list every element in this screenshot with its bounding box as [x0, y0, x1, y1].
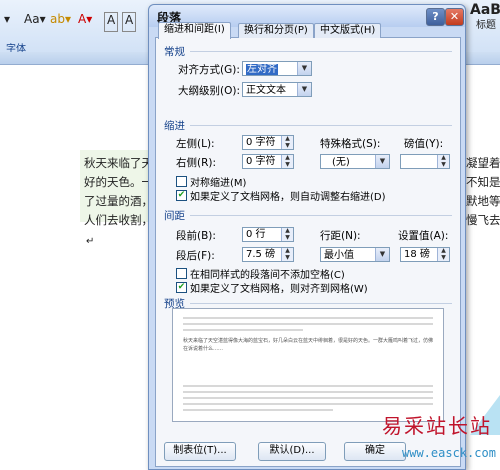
alignment-label: 对齐方式(G): — [178, 64, 240, 76]
chevron-down-icon: ▼ — [297, 83, 311, 96]
doc-right-1: 凝望着 — [466, 156, 500, 170]
doc-right-2: 不知是 — [466, 175, 500, 189]
doc-right-4: 慢飞去 — [466, 213, 500, 227]
tabs-button[interactable]: 制表位(T)... — [164, 442, 236, 461]
space-before-label: 段前(B): — [176, 230, 216, 242]
grid-indent-label: 如果定义了文档网格，则自动调整右缩进(D) — [190, 192, 386, 203]
section-indent: 缩进 — [164, 120, 185, 132]
measure-label: 磅值(Y): — [404, 138, 444, 150]
space-after-spinner[interactable]: 7.5 磅 ▲ ▼ — [242, 247, 294, 262]
grid-indent-checkbox[interactable]: ✔ — [176, 190, 187, 201]
left-indent-label: 左侧(L): — [176, 138, 215, 150]
outline-level-label: 大纲级别(O): — [178, 85, 240, 97]
spinner-arrows-icon: ▲ ▼ — [281, 135, 293, 149]
space-before-spinner[interactable]: 0 行 ▲ ▼ — [242, 227, 294, 242]
snap-grid-label: 如果定义了文档网格，则对齐到网格(W) — [190, 284, 368, 295]
spinner-arrows-icon: ▲ ▼ — [281, 154, 293, 168]
tab-indent-spacing[interactable]: 缩进和间距(I) — [158, 22, 231, 39]
grow-font-button[interactable]: Aa▾ — [24, 12, 46, 30]
divider — [190, 125, 452, 126]
font-size-dropdown[interactable]: ▾ — [4, 12, 10, 30]
set-value-label: 设置值(A): — [398, 230, 449, 242]
chevron-down-icon: ▼ — [375, 248, 389, 261]
special-format-label: 特殊格式(S): — [320, 138, 381, 150]
section-spacing: 间距 — [164, 210, 185, 222]
default-button[interactable]: 默认(D)... — [258, 442, 326, 461]
font-color-icon[interactable]: A▾ — [78, 12, 92, 30]
mirror-indent-checkbox[interactable] — [176, 176, 187, 187]
mirror-indent-label: 对称缩进(M) — [190, 178, 247, 189]
paragraph-mark: ↵ — [86, 236, 95, 247]
tab-asian-typography[interactable]: 中文版式(H) — [314, 23, 382, 38]
right-indent-value: 0 字符 — [246, 156, 276, 167]
no-space-label: 在相同样式的段落间不添加空格(C) — [190, 270, 345, 281]
space-before-value: 0 行 — [246, 229, 266, 240]
highlight-icon[interactable]: ab▾ — [50, 12, 71, 30]
style-title-label: 标题 — [476, 20, 496, 31]
special-format-select[interactable]: (无) ▼ — [320, 154, 390, 169]
preview-next-line — [183, 391, 433, 393]
char-border-button[interactable]: A — [122, 12, 137, 32]
no-space-checkbox[interactable] — [176, 268, 187, 279]
paragraph-dialog: 段落 ? ✕ 缩进和间距(I) 换行和分页(P) 中文版式(H) 常规 对齐方式… — [148, 4, 466, 470]
char-shading-button[interactable]: A — [104, 12, 119, 32]
close-button[interactable]: ✕ — [445, 8, 464, 26]
watermark-url: www.easck.com — [402, 446, 496, 460]
special-format-value: (无) — [332, 157, 350, 168]
preview-next-line — [183, 409, 333, 411]
left-indent-spinner[interactable]: 0 字符 ▲ ▼ — [242, 135, 294, 150]
ok-button[interactable]: 确定 — [344, 442, 406, 461]
line-spacing-label: 行距(N): — [320, 230, 361, 242]
snap-grid-checkbox[interactable]: ✔ — [176, 282, 187, 293]
preview-sample-text: 秋天来临了天空湛蓝得像大海的蓝宝石，好几朵白云在蓝天中绯徊着，很是好的天色。一群… — [183, 338, 433, 352]
set-value-value: 18 磅 — [404, 249, 430, 260]
watermark-text: 易采站长站 — [382, 414, 492, 438]
doc-right-3: 默地等 — [466, 194, 500, 208]
preview-pane: 秋天来临了天空湛蓝得像大海的蓝宝石，好几朵白云在蓝天中绯徊着，很是好的天色。一群… — [172, 308, 444, 422]
chevron-down-icon: ▼ — [297, 62, 311, 75]
line-spacing-value: 最小值 — [324, 250, 354, 261]
divider — [190, 51, 452, 52]
right-indent-spinner[interactable]: 0 字符 ▲ ▼ — [242, 154, 294, 169]
alignment-value: 左对齐 — [246, 64, 278, 75]
spinner-arrows-icon: ▲ ▼ — [437, 154, 449, 168]
spinner-arrows-icon: ▲ ▼ — [437, 247, 449, 261]
preview-prev-line — [183, 317, 433, 319]
outline-level-select[interactable]: 正文文本 ▼ — [242, 82, 312, 97]
spinner-arrows-icon: ▲ ▼ — [281, 247, 293, 261]
tab-panel: 缩进和间距(I) 换行和分页(P) 中文版式(H) 常规 对齐方式(G): 左对… — [155, 22, 461, 467]
divider — [190, 303, 452, 304]
alignment-select[interactable]: 左对齐 ▼ — [242, 61, 312, 76]
section-general: 常规 — [164, 46, 185, 58]
preview-next-line — [183, 403, 433, 405]
set-value-spinner[interactable]: 18 磅 ▲ ▼ — [400, 247, 450, 262]
preview-prev-line — [183, 323, 433, 325]
spinner-arrows-icon: ▲ ▼ — [281, 227, 293, 241]
tab-line-page-breaks[interactable]: 换行和分页(P) — [238, 23, 314, 38]
space-after-label: 段后(F): — [176, 250, 215, 262]
left-indent-value: 0 字符 — [246, 137, 276, 148]
right-indent-label: 右侧(R): — [176, 157, 217, 169]
space-after-value: 7.5 磅 — [246, 249, 276, 260]
preview-next-line — [183, 385, 433, 387]
outline-level-value: 正文文本 — [246, 85, 286, 96]
chevron-down-icon: ▼ — [375, 155, 389, 168]
divider — [190, 215, 452, 216]
help-button[interactable]: ? — [426, 8, 445, 26]
measure-spinner[interactable]: ▲ ▼ — [400, 154, 450, 169]
preview-next-line — [183, 397, 433, 399]
preview-prev-line — [183, 329, 303, 331]
line-spacing-select[interactable]: 最小值 ▼ — [320, 247, 390, 262]
